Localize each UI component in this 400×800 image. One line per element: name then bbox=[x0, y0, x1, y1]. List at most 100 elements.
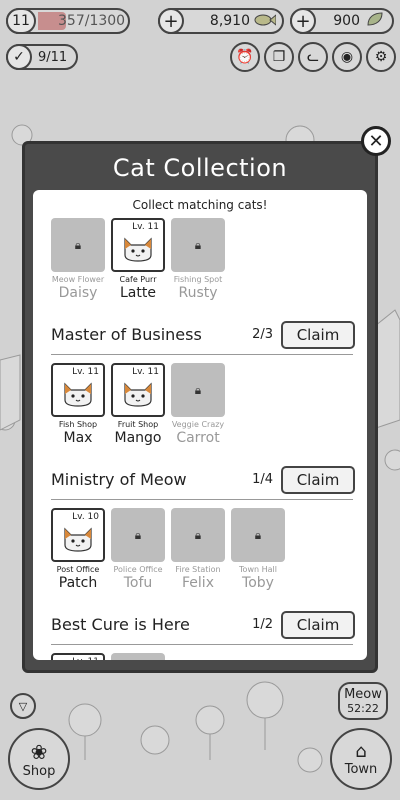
group-progress: 2/3 bbox=[252, 327, 273, 342]
cat-card[interactable]: 🔒︎ bbox=[231, 508, 285, 562]
leaf-amount: 900 bbox=[333, 13, 360, 29]
plus-icon[interactable]: + bbox=[158, 8, 184, 34]
cat-card[interactable]: Lv. 10 bbox=[51, 508, 105, 562]
lock-icon: 🔒︎ bbox=[194, 527, 202, 542]
lock-icon: 🔒︎ bbox=[254, 527, 262, 542]
cat-shop: Veggie Crazy bbox=[171, 420, 225, 429]
town-label: Town bbox=[344, 762, 378, 777]
group-title: Master of Business bbox=[51, 325, 202, 344]
task-progress[interactable]: ✓ 9/11 bbox=[6, 44, 78, 70]
group-header: Ministry of Meow 1/4 Claim bbox=[51, 460, 355, 500]
cat-card[interactable]: Lv. 11 bbox=[111, 363, 165, 417]
group-progress: 1/2 bbox=[252, 617, 273, 632]
fish-amount: 8,910 bbox=[209, 13, 250, 29]
meow-label: Meow bbox=[344, 687, 382, 702]
cat-shop: Fire Station bbox=[175, 565, 221, 574]
cat-card[interactable]: 🔒︎ bbox=[111, 653, 165, 660]
claim-button[interactable]: Claim bbox=[281, 610, 355, 639]
cat-card[interactable]: 🔒︎ bbox=[51, 218, 105, 272]
shop-button[interactable]: ❀ Shop bbox=[8, 728, 70, 790]
cat-card[interactable]: 🔒︎ bbox=[111, 508, 165, 562]
leaf-icon bbox=[364, 11, 386, 31]
group-title: Ministry of Meow bbox=[51, 470, 187, 489]
cat-level: Lv. 10 bbox=[72, 512, 99, 522]
cat-slot[interactable]: Lv. 11 Fruit Shop Mango bbox=[111, 363, 165, 446]
cat-row: 🔒︎ Meow Flower Daisy Lv. 11 Cafe Purr La… bbox=[51, 218, 353, 301]
collection-group: Best Cure is Here 1/2 Claim Lv. 11 🔒︎ bbox=[33, 605, 367, 660]
cat-name: Tofu bbox=[123, 575, 153, 591]
town-button[interactable]: ⌂ Town bbox=[330, 728, 392, 790]
cat-slot[interactable]: 🔒︎ Police Office Tofu bbox=[111, 508, 165, 591]
chevron-down-icon[interactable]: ▽ bbox=[10, 693, 36, 719]
cards-icon[interactable]: ❐ bbox=[264, 42, 294, 72]
cat-shop: Fruit Shop bbox=[117, 420, 159, 429]
leaf-currency: + 900 bbox=[290, 8, 394, 34]
group-header: Master of Business 2/3 Claim bbox=[51, 315, 355, 355]
cat-shop: Fishing Spot bbox=[173, 275, 223, 284]
fish-currency: + 8,910 bbox=[158, 8, 284, 34]
cat-card[interactable]: 🔒︎ bbox=[171, 363, 225, 417]
cat-level: Lv. 11 bbox=[132, 222, 159, 232]
close-icon[interactable]: ✕ bbox=[361, 126, 391, 156]
cat-slot[interactable]: 🔒︎ Town Hall Toby bbox=[231, 508, 285, 591]
claim-button[interactable]: Claim bbox=[281, 465, 355, 494]
fish-icon bbox=[254, 12, 277, 31]
cat-slot[interactable]: Lv. 11 Fish Shop Max bbox=[51, 363, 105, 446]
modal-title: Cat Collection bbox=[112, 154, 288, 182]
cat-name: Daisy bbox=[58, 285, 98, 301]
cat-slot[interactable]: 🔒︎ bbox=[111, 653, 165, 660]
task-count: 9/11 bbox=[38, 49, 68, 65]
lock-icon: 🔒︎ bbox=[194, 237, 202, 252]
collection-subtitle: Collect matching cats! bbox=[132, 198, 268, 212]
cat-card[interactable]: Lv. 11 bbox=[51, 653, 105, 660]
shop-label: Shop bbox=[22, 763, 56, 779]
plus-icon[interactable]: + bbox=[290, 8, 316, 34]
gear-icon[interactable]: ⚙ bbox=[366, 42, 396, 72]
lock-icon: 🔒︎ bbox=[134, 527, 142, 542]
collection-group: Master of Business 2/3 Claim Lv. 11 Fish… bbox=[33, 315, 367, 460]
cat-shop: Meow Flower bbox=[51, 275, 105, 284]
cat-level: Lv. 11 bbox=[72, 367, 99, 377]
group-title: Best Cure is Here bbox=[51, 615, 190, 634]
group-progress: 1/4 bbox=[252, 472, 273, 487]
cat-slot[interactable]: 🔒︎ Veggie Crazy Carrot bbox=[171, 363, 225, 446]
xp-counter: 357/1300 bbox=[58, 13, 126, 29]
cat-slot[interactable]: Lv. 11 bbox=[51, 653, 105, 660]
cat-name: Latte bbox=[120, 285, 156, 301]
cat-face-icon[interactable]: ᓚ bbox=[298, 42, 328, 72]
check-icon: ✓ bbox=[6, 44, 32, 70]
cat-card[interactable]: Lv. 11 bbox=[51, 363, 105, 417]
cat-name: Max bbox=[63, 430, 93, 446]
cat-slot[interactable]: 🔒︎ Fire Station Felix bbox=[171, 508, 225, 591]
meow-countdown: 52:22 bbox=[347, 702, 379, 715]
cat-name: Mango bbox=[114, 430, 162, 446]
collection-group: Ministry of Meow 1/4 Claim Lv. 10 Post O… bbox=[33, 460, 367, 605]
cat-slot[interactable]: Lv. 10 Post Office Patch bbox=[51, 508, 105, 591]
player-level-bar[interactable]: 11 357/1300 bbox=[6, 8, 130, 34]
cat-name: Patch bbox=[58, 575, 98, 591]
cat-shop: Town Hall bbox=[239, 565, 277, 574]
cat-shop: Cafe Purr bbox=[119, 275, 157, 284]
cat-slot[interactable]: 🔒︎ Meow Flower Daisy bbox=[51, 218, 105, 301]
cat-row: Lv. 11 Fish Shop Max Lv. 11 Fruit Shop M… bbox=[51, 363, 353, 446]
cat-level: Lv. 11 bbox=[72, 657, 99, 660]
alarm-icon[interactable]: ⏰ bbox=[230, 42, 260, 72]
cat-slot[interactable]: Lv. 11 Cafe Purr Latte bbox=[111, 218, 165, 301]
collection-list[interactable]: 🔒︎ Meow Flower Daisy Lv. 11 Cafe Purr La… bbox=[33, 212, 367, 660]
camera-icon[interactable]: ◉ bbox=[332, 42, 362, 72]
cat-portrait bbox=[121, 378, 155, 412]
collection-panel: Collect matching cats! 🔒︎ Meow Flower Da… bbox=[33, 190, 367, 660]
cat-portrait bbox=[121, 233, 155, 267]
meow-timer[interactable]: Meow 52:22 bbox=[338, 682, 388, 720]
paw-icon: ❀ bbox=[30, 739, 48, 764]
cat-card[interactable]: 🔒︎ bbox=[171, 508, 225, 562]
claim-button[interactable]: Claim bbox=[281, 320, 355, 349]
cat-shop: Post Office bbox=[56, 565, 100, 574]
cat-card[interactable]: Lv. 11 bbox=[111, 218, 165, 272]
lock-icon: 🔒︎ bbox=[194, 382, 202, 397]
cat-slot[interactable]: 🔒︎ Fishing Spot Rusty bbox=[171, 218, 225, 301]
cat-shop: Police Office bbox=[113, 565, 163, 574]
collection-group: 🔒︎ Meow Flower Daisy Lv. 11 Cafe Purr La… bbox=[33, 212, 367, 315]
cat-row: Lv. 10 Post Office Patch 🔒︎ Police Offic… bbox=[51, 508, 353, 591]
cat-card[interactable]: 🔒︎ bbox=[171, 218, 225, 272]
